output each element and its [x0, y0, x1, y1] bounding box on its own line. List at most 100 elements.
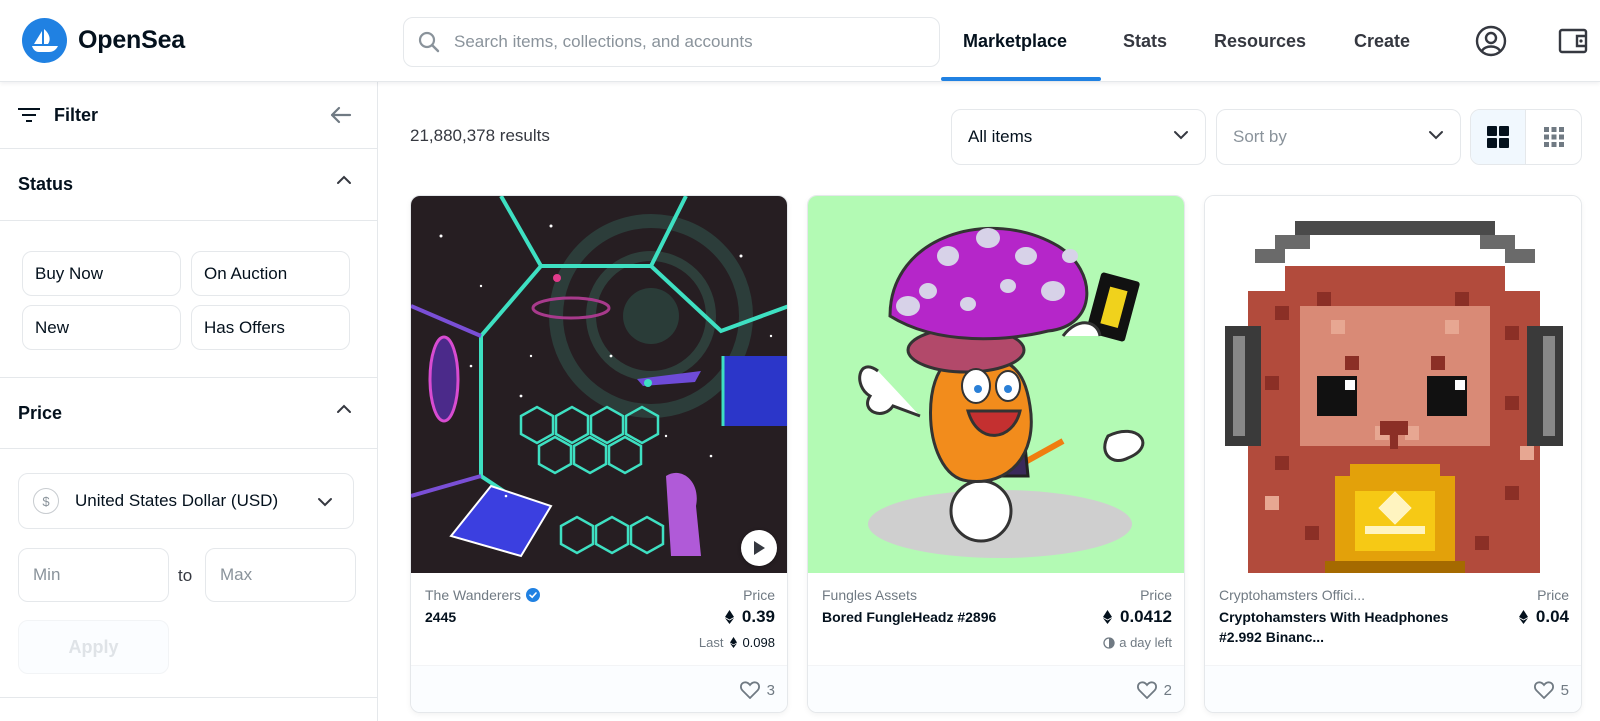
verified-badge-icon — [525, 588, 540, 602]
collection-name[interactable]: The Wanderers — [425, 587, 540, 603]
heart-icon — [739, 681, 760, 699]
results-count: 21,880,378 results — [410, 126, 550, 145]
nft-card[interactable]: Cryptohamsters Offici... Cryptohamsters … — [1204, 195, 1582, 713]
status-on-auction[interactable]: On Auction — [191, 251, 350, 296]
status-new[interactable]: New — [22, 305, 181, 350]
heart-icon — [1533, 681, 1554, 699]
dollar-icon: $ — [33, 488, 59, 514]
status-section-header[interactable]: Status — [0, 149, 378, 221]
nft-card-info: The Wanderers 2445 Price 0.39 Last 0.098 — [411, 573, 787, 665]
price-title: Price — [18, 402, 63, 423]
nft-image-pixel-hamster[interactable] — [1205, 196, 1581, 573]
nft-card[interactable]: Fungles Assets Bored FungleHeadz #2896 P… — [807, 195, 1185, 713]
favorite-button[interactable]: 2 — [1136, 681, 1172, 699]
filter-label: Filter — [54, 104, 99, 125]
nft-image-space-station[interactable] — [411, 196, 787, 573]
item-name: Bored FungleHeadz #2896 — [822, 609, 997, 625]
nav-stats[interactable]: Stats — [1123, 0, 1167, 82]
eth-icon — [730, 637, 738, 648]
nft-card[interactable]: The Wanderers 2445 Price 0.39 Last 0.098 — [410, 195, 788, 713]
nft-card-info: Cryptohamsters Offici... Cryptohamsters … — [1205, 573, 1581, 665]
nft-card-info: Fungles Assets Bored FungleHeadz #2896 P… — [808, 573, 1184, 665]
nav-marketplace[interactable]: Marketplace — [963, 0, 1067, 82]
chevron-down-icon — [1429, 131, 1443, 140]
favorite-button[interactable]: 5 — [1533, 681, 1569, 699]
last-sale-value: 0.098 — [742, 635, 775, 650]
price-value: 0.39 — [724, 607, 775, 627]
price-label: Price — [1537, 587, 1569, 603]
arrow-left-icon[interactable] — [330, 106, 352, 124]
sort-by-select[interactable]: Sort by — [1216, 109, 1461, 165]
account-icon[interactable] — [1474, 24, 1508, 58]
heart-icon — [1136, 681, 1157, 699]
play-icon — [754, 541, 765, 555]
price-label: Price — [743, 587, 775, 603]
last-sale: Last 0.098 — [699, 635, 775, 650]
nav-create[interactable]: Create — [1354, 0, 1410, 82]
auction-time-left: a day left — [1103, 635, 1172, 650]
chevron-down-icon — [1174, 131, 1188, 140]
status-has-offers[interactable]: Has Offers — [191, 305, 350, 350]
eth-icon — [1103, 610, 1112, 624]
active-nav-indicator — [941, 77, 1101, 81]
chevron-down-icon — [318, 498, 332, 507]
price-to-label: to — [178, 566, 193, 585]
collection-label: The Wanderers — [425, 587, 521, 603]
item-name: Cryptohamsters With Headphones #2.992 Bi… — [1219, 609, 1449, 645]
price-min-input[interactable] — [18, 548, 169, 602]
chevron-up-icon — [337, 175, 351, 184]
small-grid-icon — [1543, 127, 1564, 147]
price-amount: 0.04 — [1535, 607, 1569, 626]
opensea-logo[interactable]: OpenSea — [22, 18, 185, 63]
search-icon — [418, 31, 440, 53]
nft-card-footer: 3 — [411, 665, 787, 712]
collection-name[interactable]: Cryptohamsters Offici... — [1219, 587, 1365, 603]
filter-header[interactable]: Filter — [0, 82, 378, 149]
status-buy-now[interactable]: Buy Now — [22, 251, 181, 296]
eth-icon — [724, 610, 734, 624]
status-title: Status — [18, 174, 74, 194]
currency-select[interactable]: $ United States Dollar (USD) — [18, 473, 354, 529]
logo-text: OpenSea — [78, 26, 185, 54]
eth-icon — [1518, 610, 1528, 624]
wallet-icon[interactable] — [1556, 24, 1590, 58]
nft-image-mushroom[interactable] — [808, 196, 1184, 573]
search-bar[interactable] — [403, 17, 940, 67]
apply-button[interactable]: Apply — [18, 620, 169, 674]
small-grid-view-button[interactable] — [1526, 110, 1581, 164]
price-amount: 0.39 — [741, 607, 775, 626]
price-value: 0.0412 — [1103, 607, 1172, 627]
like-count: 3 — [766, 681, 775, 699]
view-toggle — [1470, 109, 1582, 165]
items-filter-select[interactable]: All items — [951, 109, 1206, 165]
favorite-button[interactable]: 3 — [739, 681, 775, 699]
items-filter-value: All items — [968, 127, 1033, 146]
time-left-value: a day left — [1119, 635, 1172, 650]
nft-card-footer: 5 — [1205, 665, 1581, 712]
currency-value: United States Dollar (USD) — [75, 491, 279, 510]
divider — [0, 697, 378, 698]
nft-card-footer: 2 — [808, 665, 1184, 712]
search-input[interactable] — [454, 32, 924, 52]
nav-resources[interactable]: Resources — [1214, 0, 1306, 82]
collection-name[interactable]: Fungles Assets — [822, 587, 917, 603]
like-count: 2 — [1163, 681, 1172, 699]
price-section-header[interactable]: Price — [0, 377, 378, 449]
chevron-up-icon — [337, 404, 351, 413]
collection-label: Fungles Assets — [822, 587, 917, 603]
collection-label: Cryptohamsters Offici... — [1219, 587, 1366, 603]
top-header: OpenSea Marketplace Stats Resources Crea… — [0, 0, 1600, 82]
sort-by-placeholder: Sort by — [1233, 127, 1287, 146]
filter-icon — [18, 108, 40, 122]
price-max-input[interactable] — [205, 548, 356, 602]
price-amount: 0.0412 — [1120, 607, 1172, 626]
play-button[interactable] — [741, 530, 777, 566]
large-grid-view-button[interactable] — [1471, 110, 1527, 164]
like-count: 5 — [1560, 681, 1569, 699]
large-grid-icon — [1487, 126, 1509, 148]
price-label: Price — [1140, 587, 1172, 603]
last-sale-label: Last — [698, 635, 724, 650]
price-value: 0.04 — [1518, 607, 1569, 627]
sailboat-icon — [22, 18, 67, 63]
filter-sidebar: Filter Status Buy Now On Auction New Has… — [0, 82, 378, 721]
